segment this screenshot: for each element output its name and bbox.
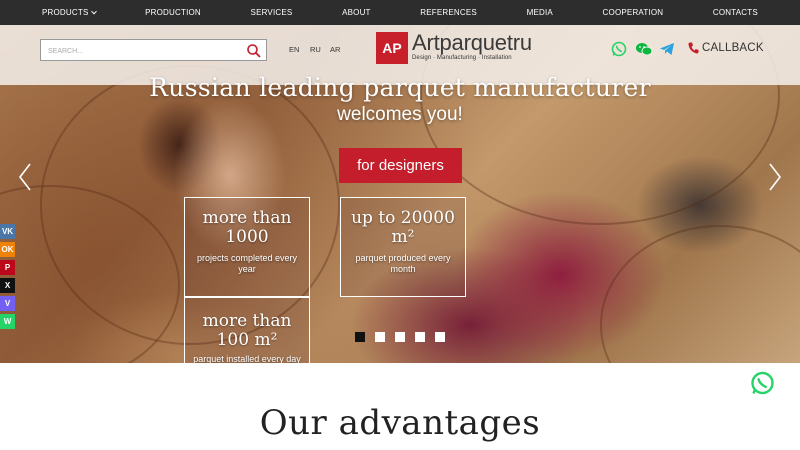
x-twitter-icon[interactable]: X (0, 278, 15, 293)
chevron-down-icon (90, 8, 97, 15)
whatsapp-share-icon[interactable]: W (0, 314, 15, 329)
nav-item-services[interactable]: SERVICES (251, 8, 293, 17)
site-logo[interactable]: AP Artparquetru Design · Manufacturing ·… (376, 32, 532, 64)
logo-mark: AP (376, 32, 408, 64)
top-navigation: PRODUCTS PRODUCTION SERVICES ABOUT REFER… (0, 0, 800, 25)
stat-caption: parquet produced every month (355, 253, 451, 274)
search-box (40, 39, 267, 62)
for-designers-button[interactable]: for designers (339, 148, 462, 183)
slider-dot[interactable] (435, 332, 445, 342)
language-ru[interactable]: RU (310, 45, 321, 54)
stat-caption: parquet installed every day (193, 354, 301, 363)
social-share-bar: VK OK P X V W (0, 224, 15, 332)
nav-item-production[interactable]: PRODUCTION (145, 8, 201, 17)
telegram-icon[interactable] (659, 41, 675, 57)
language-ar[interactable]: AR (330, 45, 340, 54)
nav-item-about[interactable]: ABOUT (342, 8, 371, 17)
whatsapp-icon[interactable] (611, 41, 627, 57)
advantages-heading: Our advantages (259, 403, 541, 443)
callback-label: CALLBACK (702, 42, 764, 54)
wechat-icon[interactable] (635, 41, 653, 57)
slider-dot[interactable] (355, 332, 365, 342)
slider-pagination (355, 332, 455, 342)
slider-dot[interactable] (395, 332, 405, 342)
vk-icon[interactable]: VK (0, 224, 15, 239)
stat-card-projects: more than 1000 projects completed every … (184, 197, 310, 297)
nav-item-media[interactable]: MEDIA (527, 8, 553, 17)
hero-title: Russian leading parquet manufacturer (149, 73, 651, 102)
whatsapp-floating-icon[interactable] (750, 371, 775, 396)
stat-value: more than 100 m² (202, 311, 292, 350)
phone-icon (688, 42, 699, 54)
stat-card-installation: more than 100 m² parquet installed every… (184, 297, 310, 363)
callback-button[interactable]: CALLBACK (688, 42, 764, 54)
stat-value: up to 20000 m² (351, 208, 455, 247)
nav-item-references[interactable]: REFERENCES (420, 8, 477, 17)
stat-caption: projects completed every year (196, 253, 298, 274)
slider-prev-arrow-icon[interactable] (18, 162, 32, 192)
slider-next-arrow-icon[interactable] (768, 162, 782, 192)
slider-dot[interactable] (375, 332, 385, 342)
hero-subtitle: welcomes you! (337, 104, 463, 125)
search-input[interactable] (41, 41, 241, 62)
logo-tagline: Design · Manufacturing · Installation (412, 55, 512, 61)
language-en[interactable]: EN (289, 45, 299, 54)
nav-item-products[interactable]: PRODUCTS (42, 8, 97, 17)
odnoklassniki-icon[interactable]: OK (0, 242, 15, 257)
nav-item-contacts[interactable]: CONTACTS (713, 8, 758, 17)
slider-dot[interactable] (415, 332, 425, 342)
nav-item-cooperation[interactable]: COOPERATION (603, 8, 664, 17)
stat-value: more than 1000 (202, 208, 292, 247)
stat-card-production: up to 20000 m² parquet produced every mo… (340, 197, 466, 297)
pinterest-icon[interactable]: P (0, 260, 15, 275)
logo-name: Artparquetru (412, 30, 532, 55)
nav-item-label: PRODUCTS (42, 8, 89, 17)
search-icon[interactable] (246, 43, 262, 59)
viber-icon[interactable]: V (0, 296, 15, 311)
